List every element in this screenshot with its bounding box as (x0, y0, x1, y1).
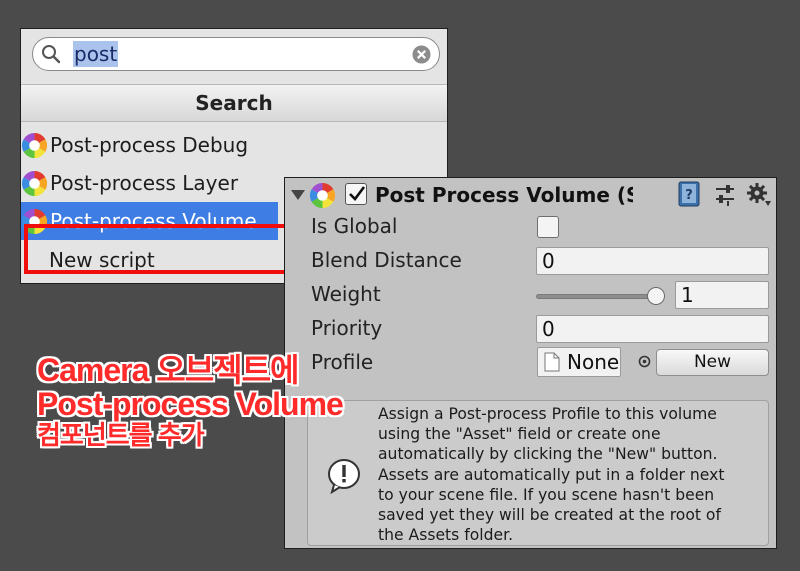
blend-distance-field[interactable]: 0 (536, 247, 769, 275)
component-enabled-checkbox[interactable] (345, 183, 367, 205)
help-line: saved yet they will be created at the ro… (378, 506, 721, 525)
highlight-box (24, 224, 300, 274)
component-title: Post Process Volume (Sc (375, 183, 633, 207)
post-process-icon (21, 170, 48, 197)
list-item-label: Post-process Layer (50, 171, 239, 195)
is-global-label: Is Global (311, 214, 398, 238)
weight-slider-thumb[interactable] (647, 287, 665, 305)
post-process-icon (21, 132, 48, 159)
document-icon (544, 352, 560, 372)
foldout-arrow-icon[interactable] (291, 190, 305, 200)
post-process-icon (309, 182, 336, 209)
help-line: Assets are automatically put in a folder… (378, 465, 725, 484)
post-process-volume-inspector: Post Process Volume (Sc ? Is Global Blen… (284, 177, 777, 549)
weight-slider[interactable] (536, 294, 663, 299)
annotation-line-3: 컴포넌트를 추가 (37, 420, 205, 450)
help-line: Assign a Post-process Profile to this vo… (378, 405, 717, 423)
info-icon (328, 459, 360, 494)
gear-icon[interactable] (746, 182, 772, 208)
weight-label: Weight (311, 282, 381, 306)
help-line: automatically by clicking the "New" butt… (378, 445, 718, 464)
component-header: Post Process Volume (Sc ? (285, 178, 776, 212)
priority-field[interactable]: 0 (536, 315, 769, 343)
help-line: to your scene file. If you scene hasn't … (378, 485, 715, 504)
profile-object-field[interactable]: None (537, 347, 621, 377)
help-text: Assign a Post-process Profile to this vo… (378, 404, 763, 545)
help-line: using the "Asset" field or create one (378, 425, 661, 444)
annotation-line-2: Post-process Volume (37, 386, 344, 422)
profile-label: Profile (311, 350, 374, 374)
is-global-checkbox[interactable] (537, 216, 559, 238)
priority-label: Priority (311, 316, 383, 340)
blend-distance-label: Blend Distance (311, 248, 462, 272)
object-picker-icon[interactable] (638, 355, 651, 368)
new-profile-button[interactable]: New (656, 349, 769, 376)
profile-value: None (567, 350, 620, 374)
search-input[interactable]: post (32, 37, 440, 71)
annotation-line-1: Camera 오브젝트에 (37, 352, 299, 388)
weight-field[interactable]: 1 (675, 281, 769, 309)
checkmark-icon (349, 186, 366, 201)
search-query[interactable]: post (73, 41, 119, 67)
help-line: the Assets folder. (378, 526, 514, 545)
svg-text:?: ? (685, 188, 693, 203)
preset-sliders-icon[interactable] (714, 183, 736, 207)
help-book-icon[interactable]: ? (678, 181, 700, 207)
clear-search-icon[interactable] (412, 45, 431, 64)
popup-header: Search (21, 84, 447, 122)
list-item-post-process-debug[interactable]: Post-process Debug (21, 126, 421, 164)
search-icon (42, 45, 61, 64)
list-item-label: Post-process Debug (50, 133, 249, 157)
help-box: Assign a Post-process Profile to this vo… (307, 400, 769, 546)
